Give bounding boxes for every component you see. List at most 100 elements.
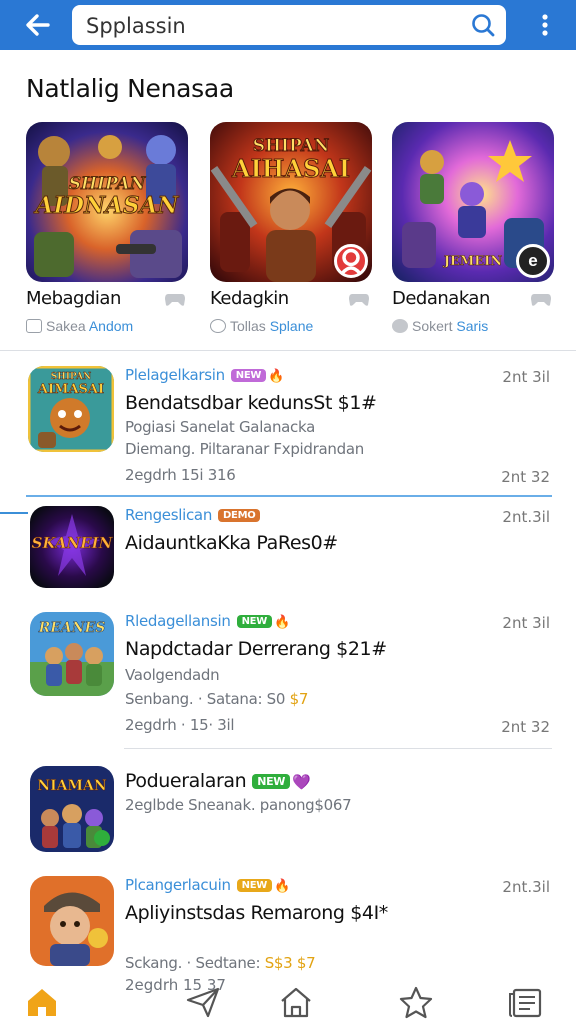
timestamp: 2nt.3il: [502, 508, 550, 526]
list-item[interactable]: REANES Rledagellansin NEW 🔥 2nt 3il Napdct…: [0, 610, 576, 740]
game-art-title-top: SHIPAN: [50, 372, 92, 382]
featured-name: Kedagkin: [210, 288, 289, 309]
featured-meta-b: Saris: [456, 318, 489, 334]
category-label: Plelagelkarsin NEW 🔥: [125, 366, 284, 384]
list-item-line: 2egdrh 15i 316: [125, 466, 236, 484]
list-item[interactable]: Plcangerlacuin NEW 🔥 2nt.3il Apliyinstsdas…: [0, 874, 576, 980]
category-label: Rledagellansin NEW 🔥: [125, 612, 290, 630]
list-item-line: 2egdrh · 15· 3il: [125, 716, 235, 734]
game-art-title: AIHASAI: [231, 154, 351, 184]
category-text: Rengeslican: [125, 506, 213, 524]
game-art-title: REANES: [38, 620, 106, 637]
fire-icon: 🔥: [273, 615, 290, 630]
top-app-bar: Spplassin: [0, 0, 576, 50]
price: $7: [289, 690, 309, 708]
list-item[interactable]: NIAMAN Podueralaran NEW 💜 2eglbde Sneanak.…: [0, 764, 576, 860]
search-input-value: Spplassin: [86, 14, 186, 38]
list-item-title: AidauntkaKka PaRes0#: [125, 532, 338, 554]
list-item-title: Apliyinstsdas Remarong $4I*: [125, 902, 388, 924]
tag-badge: NEW: [252, 774, 290, 789]
home-outline-icon: [281, 987, 311, 1018]
row-divider: [124, 748, 552, 749]
search-input[interactable]: Spplassin: [72, 5, 506, 45]
featured-meta-b: Splane: [269, 318, 314, 334]
tag-badge: DEMO: [218, 509, 261, 522]
nav-news[interactable]: [506, 984, 546, 1020]
e-badge-icon: e: [516, 244, 550, 278]
fire-icon: 🔥: [268, 369, 285, 384]
featured-thumbnail[interactable]: SHIPAN AIHASAI: [210, 122, 372, 282]
game-art-title: AIDNASAN: [35, 192, 179, 220]
featured-thumbnail[interactable]: JEMEIN e: [392, 122, 554, 282]
star-icon: [399, 986, 433, 1019]
tag-icon: [26, 319, 42, 333]
list-item-line-text: Sckang. · Sedtane:: [125, 954, 261, 972]
list-item-line-text: Senbang. · Satana: S0: [125, 690, 286, 708]
game-art-title: AIMASAI: [37, 382, 105, 398]
featured-meta-a: Sakea: [46, 318, 86, 334]
tag-badge: NEW: [236, 615, 272, 628]
gamepad-icon: [531, 294, 551, 306]
user-badge-icon: [334, 244, 368, 278]
app-icon[interactable]: SKANEIN: [30, 506, 114, 588]
nav-send[interactable]: [184, 984, 224, 1020]
list-item[interactable]: SHIPAN AIMASAI Plelagelkarsin NEW 🔥 2nt 3i…: [0, 362, 576, 492]
game-art-title-top: SHIPAN: [68, 174, 146, 195]
gamepad-icon: [349, 294, 369, 306]
list-item-title: Bendatsdbar kedunsSt $1#: [125, 392, 377, 414]
category-label: Plcangerlacuin NEW 🔥: [125, 876, 290, 894]
more-options-button[interactable]: [530, 8, 560, 42]
category-label: Rengeslican DEMO: [125, 506, 261, 524]
gamepad-icon: [165, 294, 185, 306]
home-filled-icon: [28, 989, 56, 1016]
category-text: Plelagelkarsin: [125, 366, 225, 384]
featured-meta: Sokert Saris: [392, 318, 488, 334]
paper-plane-icon: [186, 987, 220, 1018]
news-icon: [509, 988, 542, 1018]
arrow-left-icon: [26, 14, 50, 36]
list-item-line: Diemang. Piltaranar Fxpidrandan: [125, 440, 364, 458]
nav-home-outline[interactable]: [276, 984, 316, 1020]
app-icon[interactable]: REANES: [30, 612, 114, 696]
list-item-title: Napdctadar Derrerang $21#: [125, 638, 387, 660]
list-item-line: Senbang. · Satana: S0 $7: [125, 690, 308, 708]
featured-card[interactable]: SHIPAN AIDNASAN Mebagdian Sakea Andom: [26, 122, 188, 344]
featured-meta: Sakea Andom: [26, 318, 133, 334]
featured-meta-a: Sokert: [412, 318, 453, 334]
featured-card[interactable]: JEMEIN e Dedanakan Sokert Saris: [392, 122, 554, 344]
nav-home[interactable]: [22, 984, 62, 1020]
featured-thumbnail[interactable]: SHIPAN AIDNASAN: [26, 122, 188, 282]
section-divider: [26, 495, 552, 497]
section-divider: [0, 350, 576, 351]
timestamp: 2nt.3il: [502, 878, 550, 896]
fire-icon: 🔥: [274, 879, 290, 894]
game-art-title-top: SHIPAN: [252, 136, 330, 157]
timestamp: 2nt 3il: [502, 368, 550, 386]
price: S$3 $7: [264, 954, 316, 972]
app-icon[interactable]: SHIPAN AIMASAI: [28, 366, 114, 452]
list-item-line: Sckang. · Sedtane: S$3 $7: [125, 954, 316, 972]
back-button[interactable]: [20, 8, 56, 42]
list-item-line: 2eglbde Sneanak. panong$067: [125, 796, 352, 814]
app-icon[interactable]: [30, 876, 114, 966]
list-item-line: Pogiasi Sanelat Galanacka: [125, 418, 316, 436]
search-icon[interactable]: [470, 12, 496, 38]
list-item-line: Vaolgendadn: [125, 666, 220, 684]
nav-favorites[interactable]: [396, 984, 436, 1020]
category-text: Rledagellansin: [125, 612, 231, 630]
heart-icon: 💜: [291, 773, 311, 791]
more-vertical-icon: [542, 14, 548, 36]
category-text: Plcangerlacuin: [125, 876, 231, 894]
app-icon[interactable]: NIAMAN: [30, 766, 114, 852]
circle-icon: [210, 319, 226, 333]
list-item[interactable]: SKANEIN Rengeslican DEMO 2nt.3il Aidauntk…: [0, 504, 576, 600]
featured-card[interactable]: SHIPAN AIHASAI Kedagkin Tollas Splane: [210, 122, 372, 344]
tag-badge: NEW: [236, 879, 273, 892]
featured-meta-b: Andom: [88, 318, 134, 334]
list-item-title: Podueralaran NEW 💜: [125, 770, 311, 792]
tag-badge: NEW: [230, 369, 267, 382]
game-art-title: SKANEIN: [31, 534, 113, 553]
game-art-image: [30, 876, 114, 966]
bottom-navigation: 2egdrh 15 37: [0, 976, 576, 1024]
timestamp: 2nt 32: [501, 468, 550, 486]
